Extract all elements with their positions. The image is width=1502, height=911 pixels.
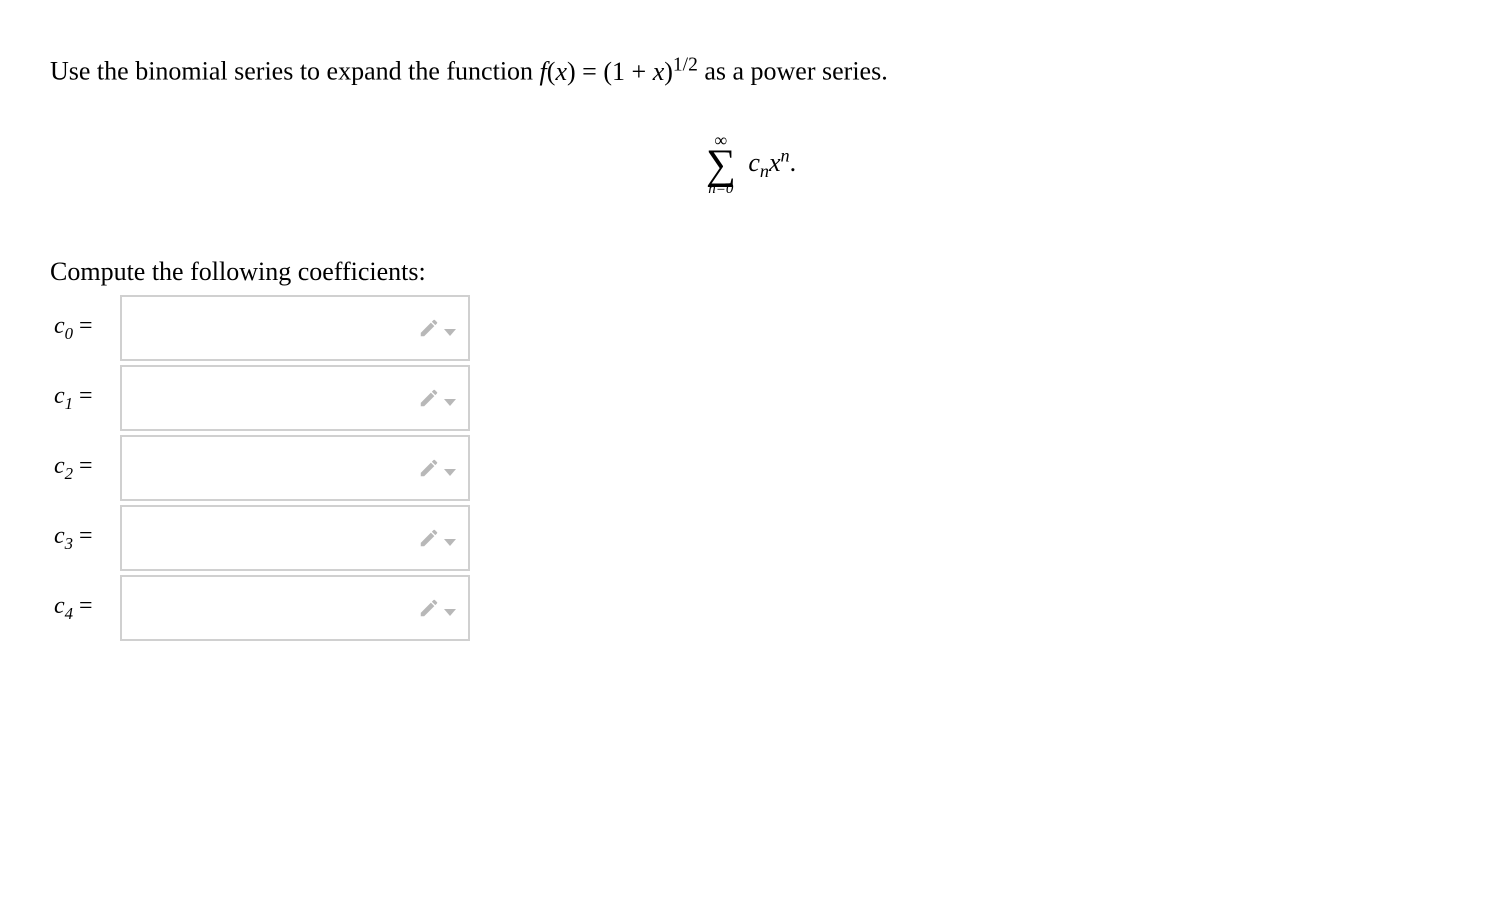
pencil-icon bbox=[418, 457, 440, 479]
coefficients-list: c0= c1= c2= bbox=[50, 295, 1452, 645]
pencil-icon bbox=[418, 317, 440, 339]
chevron-down-icon bbox=[444, 539, 456, 546]
pencil-icon bbox=[418, 387, 440, 409]
coefficient-row: c0= bbox=[50, 295, 1452, 361]
coefficient-input-c3[interactable] bbox=[120, 505, 470, 571]
instruction-text: Compute the following coefficients: bbox=[50, 257, 1452, 287]
coefficient-label-c1: c1= bbox=[50, 383, 120, 414]
coefficient-row: c3= bbox=[50, 505, 1452, 571]
problem-outro: as a power series. bbox=[698, 57, 888, 86]
pencil-icon bbox=[418, 597, 440, 619]
coefficient-label-c4: c4= bbox=[50, 593, 120, 624]
coefficient-label-c3: c3= bbox=[50, 523, 120, 554]
coefficient-row: c2= bbox=[50, 435, 1452, 501]
coefficient-row: c1= bbox=[50, 365, 1452, 431]
chevron-down-icon bbox=[444, 609, 456, 616]
problem-intro: Use the binomial series to expand the fu… bbox=[50, 57, 540, 86]
sum-term: cnxn. bbox=[748, 148, 796, 177]
coefficient-row: c4= bbox=[50, 575, 1452, 641]
coefficient-label-c2: c2= bbox=[50, 453, 120, 484]
coefficient-input-c2[interactable] bbox=[120, 435, 470, 501]
sigma-symbol: ∑ bbox=[706, 149, 736, 183]
coefficient-input-c4[interactable] bbox=[120, 575, 470, 641]
pencil-icon bbox=[418, 527, 440, 549]
summation-display: ∞ ∑ n=0 cnxn. bbox=[50, 131, 1452, 198]
function-expression: f(x) = (1 + x)1/2 bbox=[540, 57, 698, 86]
coefficient-input-c0[interactable] bbox=[120, 295, 470, 361]
sum-lower-limit: n=0 bbox=[708, 182, 733, 197]
chevron-down-icon bbox=[444, 329, 456, 336]
coefficient-label-c0: c0= bbox=[50, 313, 120, 344]
chevron-down-icon bbox=[444, 399, 456, 406]
problem-statement: Use the binomial series to expand the fu… bbox=[50, 50, 1452, 91]
coefficient-input-c1[interactable] bbox=[120, 365, 470, 431]
chevron-down-icon bbox=[444, 469, 456, 476]
